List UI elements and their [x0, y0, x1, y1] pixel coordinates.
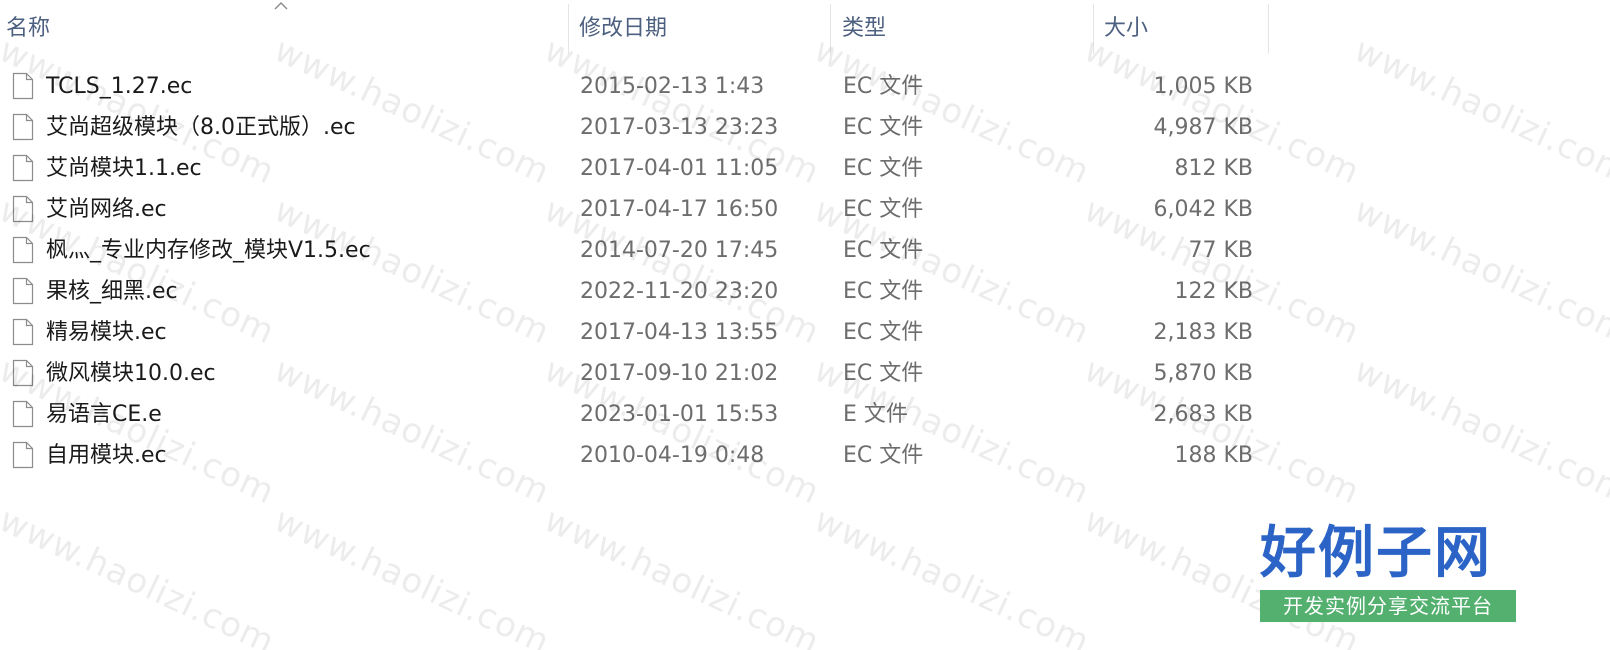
file-size: 812 KB [1174, 156, 1253, 181]
blank-document-icon [12, 72, 34, 100]
file-date: 2023-01-01 15:53 [580, 402, 779, 427]
blank-document-icon [12, 195, 34, 223]
logo-subtitle: 开发实例分享交流平台 [1260, 590, 1516, 622]
file-type: E 文件 [843, 402, 908, 427]
file-size: 188 KB [1174, 443, 1253, 468]
file-size: 6,042 KB [1153, 197, 1254, 222]
site-logo: 好例子网 开发实例分享交流平台 [1260, 520, 1516, 624]
file-row[interactable]: 果核_细黑.ec 2022-11-20 23:20 EC 文件 122 KB [0, 271, 1290, 312]
blank-document-icon [12, 113, 34, 141]
column-header-name-label: 名称 [6, 16, 51, 41]
blank-document-icon [12, 359, 34, 387]
watermark-text: www.haolizi.com [538, 500, 826, 650]
file-date: 2017-03-13 23:23 [580, 115, 779, 140]
blank-document-icon [12, 441, 34, 469]
file-type: EC 文件 [843, 361, 924, 386]
file-name: 自用模块.ec [46, 443, 167, 468]
file-type: EC 文件 [843, 320, 924, 345]
file-row[interactable]: 自用模块.ec 2010-04-19 0:48 EC 文件 188 KB [0, 435, 1290, 476]
file-row[interactable]: 易语言CE.e 2023-01-01 15:53 E 文件 2,683 KB [0, 394, 1290, 435]
file-name: 精易模块.ec [46, 320, 167, 345]
column-header-bar: 名称 修改日期 类型 大小 [0, 0, 1610, 62]
file-type: EC 文件 [843, 115, 924, 140]
file-row[interactable]: TCLS_1.27.ec 2015-02-13 1:43 EC 文件 1,005… [0, 66, 1290, 107]
file-name: 艾尚网络.ec [46, 197, 167, 222]
file-row[interactable]: 艾尚模块1.1.ec 2017-04-01 11:05 EC 文件 812 KB [0, 148, 1290, 189]
blank-document-icon [12, 154, 34, 182]
file-size: 122 KB [1174, 279, 1253, 304]
file-row[interactable]: 艾尚网络.ec 2017-04-17 16:50 EC 文件 6,042 KB [0, 189, 1290, 230]
logo-title: 好例子网 [1260, 520, 1492, 586]
file-size: 5,870 KB [1153, 361, 1254, 386]
file-size: 4,987 KB [1153, 115, 1254, 140]
file-name: 艾尚模块1.1.ec [46, 156, 202, 181]
file-row[interactable]: 枫灬_专业内存修改_模块V1.5.ec 2014-07-20 17:45 EC … [0, 230, 1290, 271]
file-row[interactable]: 微风模块10.0.ec 2017-09-10 21:02 EC 文件 5,870… [0, 353, 1290, 394]
column-divider[interactable] [830, 4, 831, 54]
file-size: 2,183 KB [1153, 320, 1254, 345]
column-divider[interactable] [1268, 4, 1269, 54]
watermark-text: www.haolizi.com [808, 500, 1096, 650]
file-type: EC 文件 [843, 238, 924, 263]
file-name: TCLS_1.27.ec [46, 74, 193, 99]
file-name: 易语言CE.e [46, 402, 162, 427]
blank-document-icon [12, 318, 34, 346]
blank-document-icon [12, 400, 34, 428]
column-divider[interactable] [1093, 4, 1094, 54]
file-name: 微风模块10.0.ec [46, 361, 216, 386]
file-row[interactable]: 精易模块.ec 2017-04-13 13:55 EC 文件 2,183 KB [0, 312, 1290, 353]
column-header-size-label: 大小 [1104, 16, 1149, 41]
file-date: 2015-02-13 1:43 [580, 74, 765, 99]
file-date: 2010-04-19 0:48 [580, 443, 765, 468]
file-type: EC 文件 [843, 74, 924, 99]
watermark-text: www.haolizi.com [1348, 190, 1610, 353]
watermark-text: www.haolizi.com [0, 500, 281, 650]
file-date: 2017-04-01 11:05 [580, 156, 779, 181]
file-type: EC 文件 [843, 156, 924, 181]
file-size: 2,683 KB [1153, 402, 1254, 427]
file-type: EC 文件 [843, 197, 924, 222]
file-date: 2017-09-10 21:02 [580, 361, 779, 386]
file-name: 艾尚超级模块（8.0正式版）.ec [46, 115, 356, 140]
column-header-type-label: 类型 [842, 16, 887, 41]
file-date: 2022-11-20 23:20 [580, 279, 779, 304]
blank-document-icon [12, 277, 34, 305]
column-divider[interactable] [568, 4, 569, 54]
file-size: 1,005 KB [1153, 74, 1254, 99]
column-header-type[interactable]: 类型 [836, 0, 1093, 56]
watermark-text: www.haolizi.com [1348, 350, 1610, 513]
watermark-text: www.haolizi.com [268, 500, 556, 650]
file-date: 2017-04-13 13:55 [580, 320, 779, 345]
column-header-date-label: 修改日期 [579, 16, 668, 41]
file-type: EC 文件 [843, 443, 924, 468]
file-date: 2014-07-20 17:45 [580, 238, 779, 263]
file-name: 枫灬_专业内存修改_模块V1.5.ec [46, 238, 371, 263]
file-type: EC 文件 [843, 279, 924, 304]
column-header-size[interactable]: 大小 [1098, 0, 1268, 56]
file-date: 2017-04-17 16:50 [580, 197, 779, 222]
file-size: 77 KB [1188, 238, 1253, 263]
blank-document-icon [12, 236, 34, 264]
column-header-date[interactable]: 修改日期 [573, 0, 830, 56]
file-name: 果核_细黑.ec [46, 279, 178, 304]
column-header-name[interactable]: 名称 [0, 0, 568, 56]
file-row[interactable]: 艾尚超级模块（8.0正式版）.ec 2017-03-13 23:23 EC 文件… [0, 107, 1290, 148]
